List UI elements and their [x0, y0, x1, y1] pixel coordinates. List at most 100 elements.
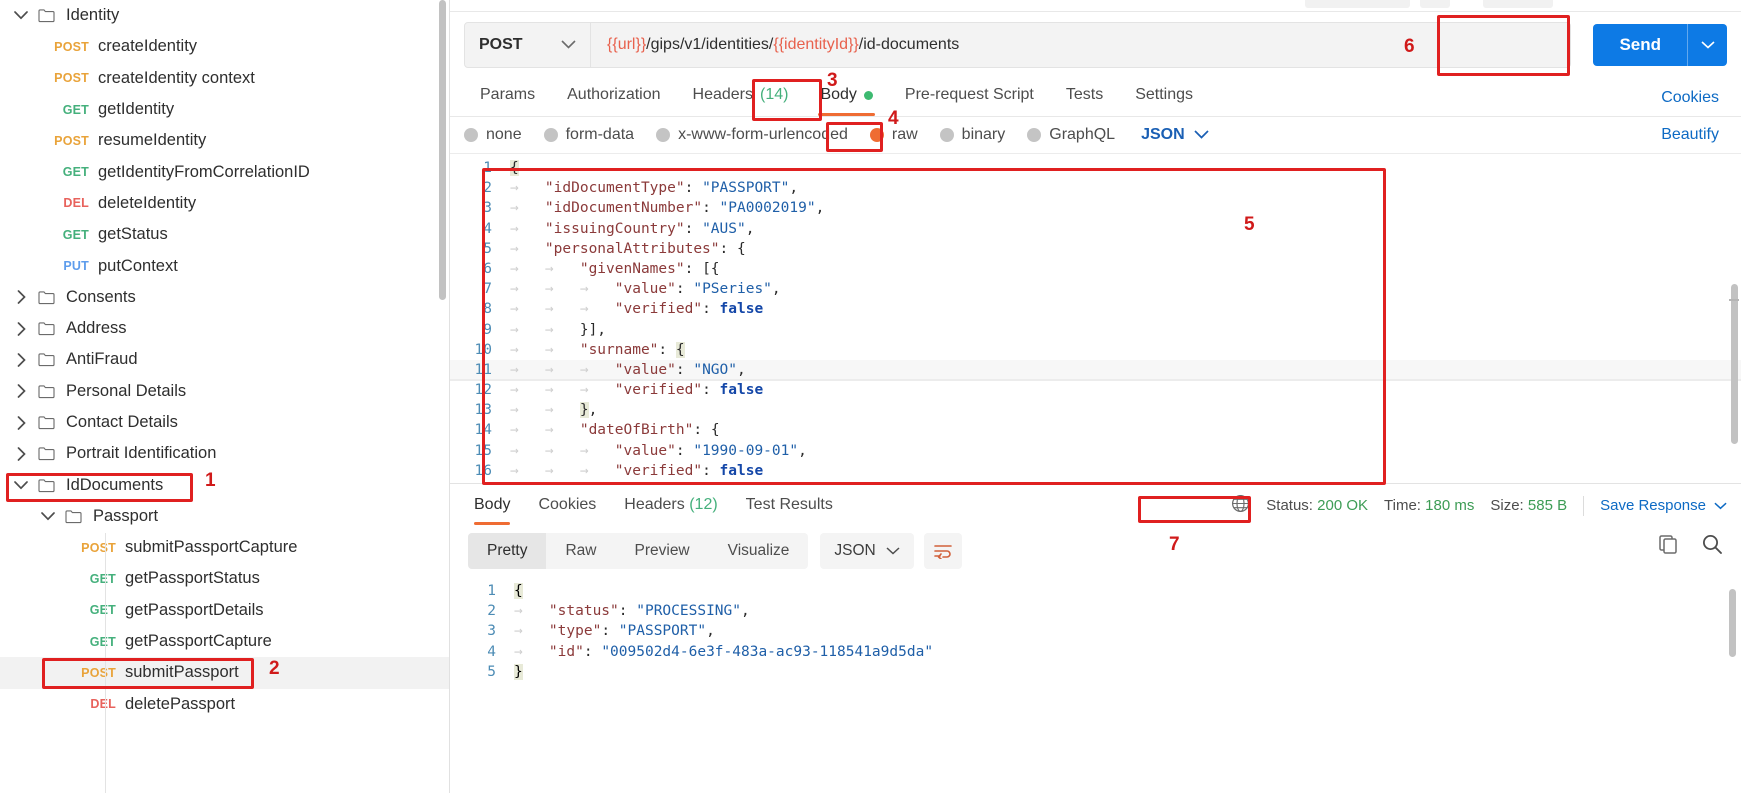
sidebar-request-resumeidentity[interactable]: POST resumeIdentity — [0, 125, 449, 156]
url-variable: {{url}} — [607, 36, 647, 53]
save-response-button[interactable]: Save Response — [1600, 497, 1727, 514]
url-input-group[interactable]: POST {{url}}/gips/v1/identities/{{identi… — [464, 22, 1572, 68]
sidebar-request-deleteidentity[interactable]: DEL deleteIdentity — [0, 188, 449, 219]
url-bar: POST {{url}}/gips/v1/identities/{{identi… — [450, 12, 1741, 76]
http-method-selector[interactable]: POST — [465, 23, 591, 67]
chevron-right-icon[interactable] — [8, 415, 34, 430]
radio-icon[interactable] — [869, 128, 884, 142]
sidebar-request-createidentity[interactable]: POST createIdentity — [0, 31, 449, 62]
folder-icon — [34, 290, 58, 305]
sidebar-scrollbar[interactable] — [439, 0, 446, 300]
response-tab-cookies[interactable]: Cookies — [524, 492, 610, 525]
radio-icon[interactable] — [1027, 128, 1042, 142]
code-text: → → "surname": { — [510, 341, 685, 358]
body-type-form-data[interactable]: form-data — [543, 126, 634, 144]
response-view-visualize[interactable]: Visualize — [709, 533, 809, 569]
sidebar-folder-passport[interactable]: Passport — [0, 501, 449, 532]
response-view-preview[interactable]: Preview — [616, 533, 709, 569]
sidebar-folder-iddocuments[interactable]: IdDocuments — [0, 469, 449, 500]
response-tabs[interactable]: Body Cookies Headers (12) Test Results Stat… — [450, 484, 1741, 525]
request-body-editor[interactable]: 1{2 → "idDocumentType": "PASSPORT", 3 → "id… — [450, 153, 1741, 483]
response-body-scrollbar[interactable] — [1729, 589, 1736, 657]
body-type-binary[interactable]: binary — [939, 126, 1005, 144]
send-options-caret-icon[interactable] — [1687, 24, 1727, 66]
sidebar-request-getidentity[interactable]: GET getIdentity — [0, 94, 449, 125]
response-tab-test-results[interactable]: Test Results — [732, 492, 847, 525]
response-format-selector[interactable]: JSON — [820, 533, 914, 569]
sidebar-request-getpassportcapture[interactable]: GET getPassportCapture — [0, 626, 449, 657]
search-icon[interactable] — [1701, 533, 1723, 560]
sidebar-request-deletepassport[interactable]: DEL deletePassport — [0, 689, 449, 720]
copy-icon[interactable] — [1657, 533, 1679, 560]
sidebar-request-getidentityfromcorrelationid[interactable]: GET getIdentityFromCorrelationID — [0, 156, 449, 187]
sidebar-folder-label: Consents — [66, 287, 136, 306]
body-format-selector[interactable]: JSON — [1141, 126, 1209, 144]
chevron-right-icon[interactable] — [8, 321, 34, 336]
response-view-pretty[interactable]: Pretty — [468, 533, 547, 569]
time-label: Time: — [1384, 497, 1421, 514]
chevron-down-icon[interactable] — [8, 480, 34, 490]
chevron-right-icon[interactable] — [8, 290, 34, 305]
sidebar-request-createidentity-context[interactable]: POST createIdentity context — [0, 63, 449, 94]
sidebar-request-submitpassport[interactable]: POST submitPassport — [0, 657, 449, 689]
url-literal: /id-documents — [858, 36, 960, 53]
response-body-code[interactable]: 1{2 → "status": "PROCESSING", 3 → "type": "… — [450, 575, 1741, 793]
request-tab-pre-request-script[interactable]: Pre-request Script — [889, 80, 1050, 116]
line-number: 10 — [474, 341, 492, 358]
request-tabs[interactable]: Params Authorization Headers (14) Body Pre-re… — [450, 76, 1741, 116]
chevron-right-icon[interactable] — [8, 353, 34, 367]
toolbar-ghost-button-3[interactable] — [1483, 0, 1553, 8]
request-body-scrollbar[interactable] — [1731, 284, 1738, 444]
status-value: 200 OK — [1317, 497, 1369, 514]
sidebar-folder-address[interactable]: Address — [0, 313, 449, 344]
response-view-modes[interactable]: Pretty Raw Preview Visualize — [468, 533, 809, 569]
radio-icon[interactable] — [464, 128, 478, 142]
sidebar-folder-consents[interactable]: Consents — [0, 282, 449, 313]
toolbar-ghost-button-1[interactable] — [1305, 0, 1410, 8]
radio-icon[interactable] — [543, 128, 558, 142]
radio-icon[interactable] — [656, 128, 671, 142]
sidebar-request-getpassportstatus[interactable]: GET getPassportStatus — [0, 563, 449, 594]
sidebar-folder-identity[interactable]: Identity — [0, 0, 449, 31]
pane-resize-handle[interactable] — [1729, 299, 1739, 301]
toolbar-ghost-button-2[interactable] — [1420, 0, 1450, 8]
response-tab-body[interactable]: Body — [464, 492, 524, 525]
sidebar-folder-contact-details[interactable]: Contact Details — [0, 407, 449, 438]
chevron-down-icon[interactable] — [35, 512, 61, 521]
body-type-options[interactable]: none form-data x-www-form-urlencoded raw bin… — [450, 117, 1741, 153]
collection-tree[interactable]: Identity POST createIdentity POST createIden… — [0, 0, 449, 720]
sidebar-folder-antifraud[interactable]: AntiFraud — [0, 344, 449, 375]
chevron-right-icon[interactable] — [8, 384, 34, 399]
response-tab-headers[interactable]: Headers (12) — [610, 492, 731, 525]
tab-label: Settings — [1135, 86, 1194, 103]
sidebar-folder-personal-details[interactable]: Personal Details — [0, 376, 449, 407]
request-method-badge: POST — [54, 71, 89, 86]
response-view-raw[interactable]: Raw — [546, 533, 615, 569]
beautify-link[interactable]: Beautify — [1661, 126, 1719, 144]
sidebar-request-getstatus[interactable]: GET getStatus — [0, 219, 449, 250]
request-tab-tests[interactable]: Tests — [1050, 80, 1119, 116]
sidebar-request-getpassportdetails[interactable]: GET getPassportDetails — [0, 595, 449, 626]
request-tab-headers[interactable]: Headers (14) — [677, 80, 805, 116]
chevron-right-icon[interactable] — [8, 446, 34, 461]
sidebar-request-submitpassportcapture[interactable]: POST submitPassportCapture — [0, 532, 449, 563]
request-tab-settings[interactable]: Settings — [1119, 80, 1209, 116]
sidebar-folder-portrait-identification[interactable]: Portrait Identification — [0, 438, 449, 469]
request-tab-authorization[interactable]: Authorization — [551, 80, 676, 116]
code-text: → → }], — [510, 321, 607, 338]
size-stat: Size: 585 B — [1490, 497, 1567, 514]
body-type-x-www-form-urlencoded[interactable]: x-www-form-urlencoded — [656, 126, 848, 144]
body-type-none[interactable]: none — [464, 126, 522, 144]
request-url-input[interactable]: {{url}}/gips/v1/identities/{{identityId}… — [591, 23, 1570, 67]
wrap-lines-icon[interactable] — [923, 533, 962, 569]
request-tab-body[interactable]: Body — [804, 80, 888, 116]
body-type-graphql[interactable]: GraphQL — [1027, 126, 1115, 144]
collection-sidebar[interactable]: Identity POST createIdentity POST createIden… — [0, 0, 450, 793]
radio-icon[interactable] — [939, 128, 954, 142]
chevron-down-icon[interactable] — [8, 11, 34, 20]
send-button[interactable]: Send — [1593, 24, 1727, 66]
sidebar-request-putcontext[interactable]: PUT putContext — [0, 250, 449, 281]
cookies-link[interactable]: Cookies — [1661, 89, 1719, 107]
request-tab-params[interactable]: Params — [464, 80, 551, 116]
body-type-raw[interactable]: raw — [869, 126, 918, 144]
